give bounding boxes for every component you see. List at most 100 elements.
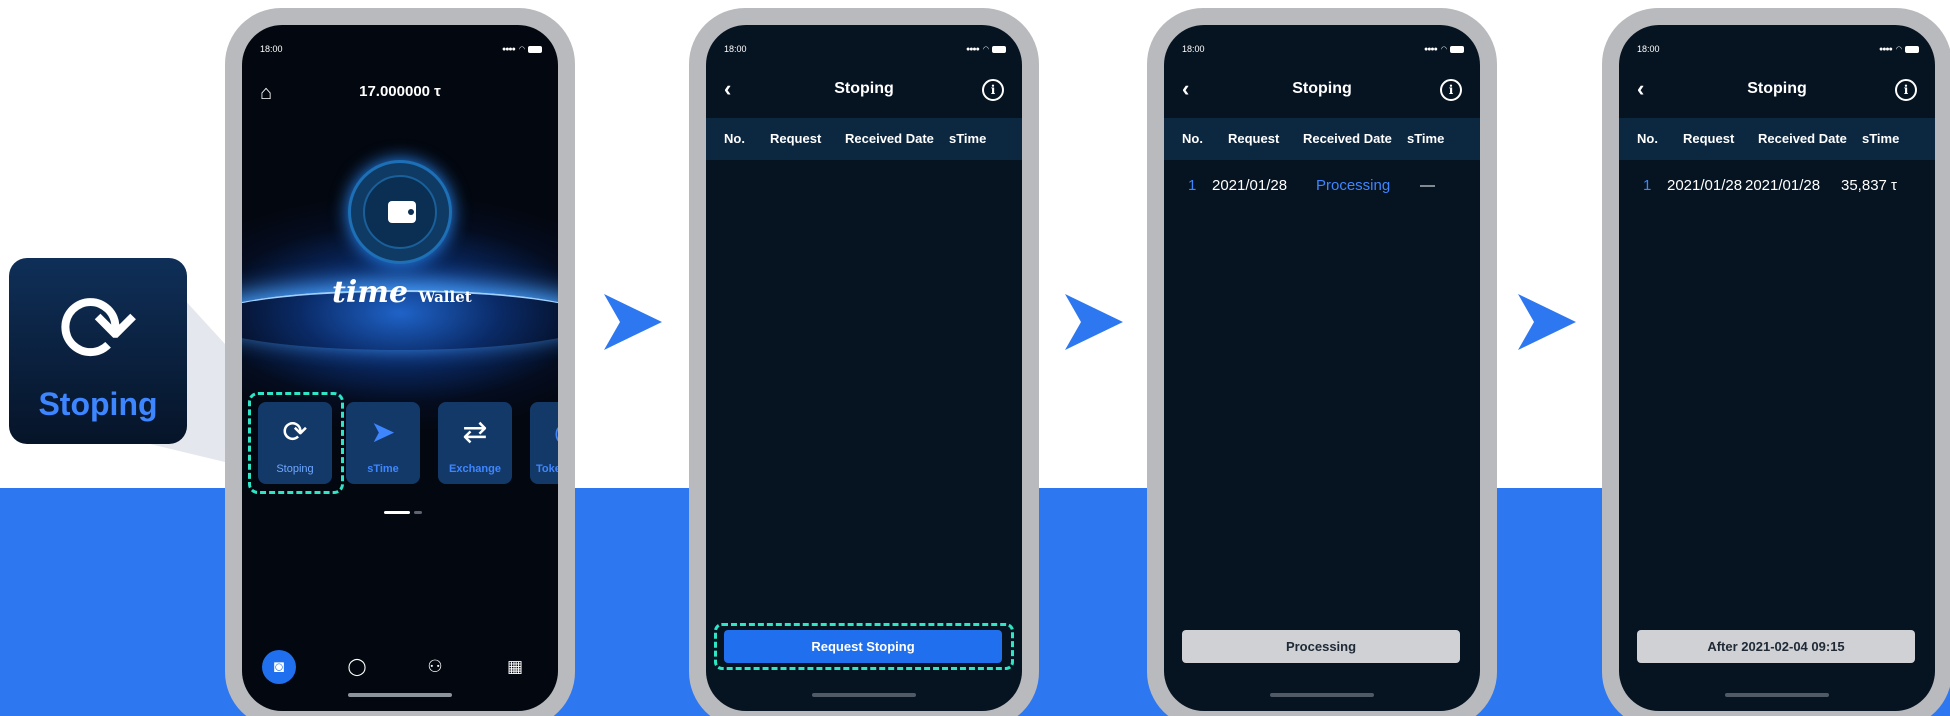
cell-request: 2021/01/28 (1212, 177, 1288, 194)
column-received-date: Received Date (1303, 131, 1392, 146)
column-no: No. (1637, 131, 1658, 146)
signal-icon: ●●●● (1878, 45, 1893, 53)
tab-chat-icon[interactable]: ◯ (340, 650, 374, 684)
wallet-logo (348, 160, 452, 264)
pager-dot-active (384, 511, 410, 514)
button-highlight (714, 623, 1014, 670)
step-arrow (604, 294, 662, 350)
tab-calendar-icon[interactable]: ▦ (498, 650, 532, 684)
column-stime: sTime (1862, 131, 1900, 146)
status-time: 18:00 (1637, 44, 1660, 54)
wifi-icon: ◠ (518, 46, 525, 53)
table-row[interactable]: 1 2021/01/28 Processing — (1164, 175, 1480, 199)
wifi-icon: ◠ (1895, 46, 1902, 53)
status-icons: ●●●● ◠ (1879, 45, 1919, 53)
wallet-icon (388, 201, 416, 223)
home-screen: 18:00 ●●●● ◠ ⌂ 17.000000 τ time Wallet ⟳ … (242, 25, 558, 711)
page-title: Stoping (1292, 80, 1352, 97)
exchange-icon: ⇄ (462, 416, 488, 449)
home-indicator (1270, 693, 1374, 697)
column-no: No. (724, 131, 745, 146)
nav-bar: ‹ Stoping i (1619, 75, 1935, 107)
column-no: No. (1182, 131, 1203, 146)
cell-stime: — (1420, 177, 1435, 194)
stoping-callout: ⟳ Stoping (9, 258, 187, 444)
arrow-shape (1065, 294, 1123, 350)
column-request: Request (1683, 131, 1735, 146)
status-time: 18:00 (724, 44, 747, 54)
status-icons: ●●●● ◠ (502, 45, 542, 53)
tile-exchange[interactable]: ⇄ Exchange (438, 402, 512, 484)
home-indicator (812, 693, 916, 697)
info-icon[interactable]: i (1440, 79, 1462, 101)
signal-icon: ●●●● (1423, 45, 1438, 53)
status-bar: 18:00 ●●●● ◠ (242, 25, 558, 55)
signal-icon: ●●●● (501, 45, 516, 53)
battery-icon (1450, 45, 1464, 53)
home-indicator (348, 693, 452, 697)
column-request: Request (770, 131, 822, 146)
app-logo: time Wallet (332, 275, 472, 310)
tile-label: Exchange (449, 463, 501, 475)
stoping-screen: 18:00 ●●●● ◠ ‹ Stoping i No. Request Rece… (1619, 25, 1935, 711)
tab-community-icon[interactable]: ⚇ (418, 650, 452, 684)
column-received-date: Received Date (845, 131, 934, 146)
cell-received-date: 2021/01/28 (1745, 177, 1821, 194)
table-header: No. Request Received Date sTime (1619, 118, 1935, 160)
callout-label: Stoping (38, 386, 158, 422)
arrow-shape (1518, 294, 1576, 350)
tile-token[interactable]: ◎ Toke (530, 402, 558, 484)
tile-stime[interactable]: ➤ sTime (346, 402, 420, 484)
battery-icon (528, 45, 542, 53)
table-row[interactable]: 1 2021/01/28 2021/01/28 35,837 τ (1619, 175, 1935, 199)
battery-icon (1905, 45, 1919, 53)
phone-stoping-empty: 18:00 ●●●● ◠ ‹ Stoping i No. Request Rece… (689, 8, 1039, 716)
token-icon: ◎ (530, 416, 558, 450)
info-icon[interactable]: i (982, 79, 1004, 101)
page-title: Stoping (1747, 80, 1807, 97)
wallet-logo-inner (363, 175, 437, 249)
cell-no: 1 (1643, 177, 1652, 194)
phone-stoping-processing: 18:00 ●●●● ◠ ‹ Stoping i No. Request Rece… (1147, 8, 1497, 716)
status-icons: ●●●● ◠ (966, 45, 1006, 53)
pager-dot (414, 511, 422, 514)
phone-stoping-complete: 18:00 ●●●● ◠ ‹ Stoping i No. Request Rece… (1602, 8, 1950, 716)
column-received-date: Received Date (1758, 131, 1847, 146)
send-icon: ➤ (370, 416, 396, 449)
phone-home: 18:00 ●●●● ◠ ⌂ 17.000000 τ time Wallet ⟳ … (225, 8, 575, 716)
tile-label: Toke (536, 463, 558, 475)
table-header: No. Request Received Date sTime (706, 118, 1022, 160)
column-stime: sTime (949, 131, 987, 146)
signal-icon: ●●●● (965, 45, 980, 53)
page-title: Stoping (834, 80, 894, 97)
step-arrow (1065, 294, 1123, 350)
stoping-screen: 18:00 ●●●● ◠ ‹ Stoping i No. Request Rece… (1164, 25, 1480, 711)
column-request: Request (1228, 131, 1280, 146)
wifi-icon: ◠ (1440, 46, 1447, 53)
tab-wallet-icon[interactable]: ◙ (262, 650, 296, 684)
wifi-icon: ◠ (982, 46, 989, 53)
status-time: 18:00 (260, 44, 283, 54)
status-bar: 18:00 ●●●● ◠ (1164, 25, 1480, 55)
cell-no: 1 (1188, 177, 1197, 194)
status-bar: 18:00 ●●●● ◠ (706, 25, 1022, 55)
logo-main: time (332, 275, 409, 310)
nav-bar: ‹ Stoping i (706, 75, 1022, 107)
status-bar: 18:00 ●●●● ◠ (1619, 25, 1935, 55)
tile-highlight (248, 392, 344, 494)
status-icons: ●●●● ◠ (1424, 45, 1464, 53)
battery-icon (992, 45, 1006, 53)
home-indicator (1725, 693, 1829, 697)
cell-request: 2021/01/28 (1667, 177, 1743, 194)
arrow-shape (604, 294, 662, 350)
info-icon[interactable]: i (1895, 79, 1917, 101)
logo-sub: Wallet (418, 288, 472, 306)
cell-received-date: Processing (1316, 177, 1391, 194)
column-stime: sTime (1407, 131, 1445, 146)
after-date-button[interactable]: After 2021-02-04 09:15 (1637, 630, 1915, 663)
nav-bar: ‹ Stoping i (1164, 75, 1480, 107)
balance-text: 17.000000 τ (359, 83, 441, 100)
stoping-screen: 18:00 ●●●● ◠ ‹ Stoping i No. Request Rece… (706, 25, 1022, 711)
processing-button[interactable]: Processing (1182, 630, 1460, 663)
refresh-icon: ⟳ (57, 276, 139, 383)
